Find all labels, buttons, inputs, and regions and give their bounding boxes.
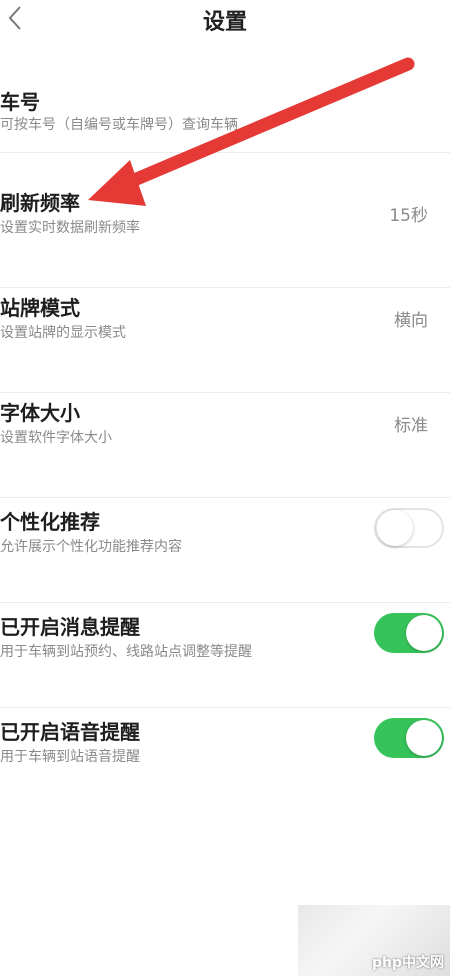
message-reminder-toggle[interactable] — [374, 613, 444, 653]
setting-label: 字体大小 — [0, 401, 80, 425]
setting-row-font-size[interactable]: 字体大小 设置软件字体大小 标准 — [0, 393, 450, 498]
setting-label: 车号 — [0, 90, 40, 114]
setting-label: 刷新频率 — [0, 191, 80, 215]
page-title: 设置 — [202, 10, 247, 35]
setting-desc: 用于车辆到站预约、线路站点调整等提醒 — [0, 644, 252, 660]
setting-row-refresh-rate[interactable]: 刷新频率 设置实时数据刷新频率 15秒 — [0, 183, 450, 288]
setting-desc: 允许展示个性化功能推荐内容 — [0, 539, 182, 555]
personalized-recommendation-toggle[interactable] — [374, 508, 444, 548]
setting-desc: 用于车辆到站语音提醒 — [0, 749, 140, 765]
setting-value: 15秒 — [389, 206, 428, 226]
setting-label: 个性化推荐 — [0, 510, 100, 534]
watermark: php中文网 — [298, 905, 450, 976]
settings-screen: 设置 车号 可按车号（自编号或车牌号）查询车辆 刷新频率 设置实时数据刷新频率 … — [0, 0, 450, 976]
toggle-knob — [406, 615, 442, 651]
setting-row-car-number[interactable]: 车号 可按车号（自编号或车牌号）查询车辆 — [0, 78, 450, 183]
setting-label: 已开启语音提醒 — [0, 720, 140, 744]
header: 设置 — [0, 0, 450, 40]
setting-row-message-reminder: 已开启消息提醒 用于车辆到站预约、线路站点调整等提醒 — [0, 603, 450, 708]
setting-row-personalized-recommendation: 个性化推荐 允许展示个性化功能推荐内容 — [0, 498, 450, 603]
setting-desc: 设置软件字体大小 — [0, 430, 112, 446]
setting-row-stop-sign-mode[interactable]: 站牌模式 设置站牌的显示模式 横向 — [0, 288, 450, 393]
setting-label: 站牌模式 — [0, 296, 80, 320]
setting-desc: 设置实时数据刷新频率 — [0, 220, 140, 236]
setting-row-voice-reminder: 已开启语音提醒 用于车辆到站语音提醒 — [0, 708, 450, 813]
setting-value: 横向 — [394, 311, 428, 331]
divider — [0, 152, 450, 153]
watermark-text: php中文网 — [371, 955, 444, 971]
setting-desc: 可按车号（自编号或车牌号）查询车辆 — [0, 117, 238, 133]
setting-desc: 设置站牌的显示模式 — [0, 325, 126, 341]
setting-label: 已开启消息提醒 — [0, 615, 140, 639]
toggle-knob — [377, 510, 413, 546]
toggle-knob — [406, 720, 442, 756]
voice-reminder-toggle[interactable] — [374, 718, 444, 758]
setting-value: 标准 — [394, 416, 428, 436]
